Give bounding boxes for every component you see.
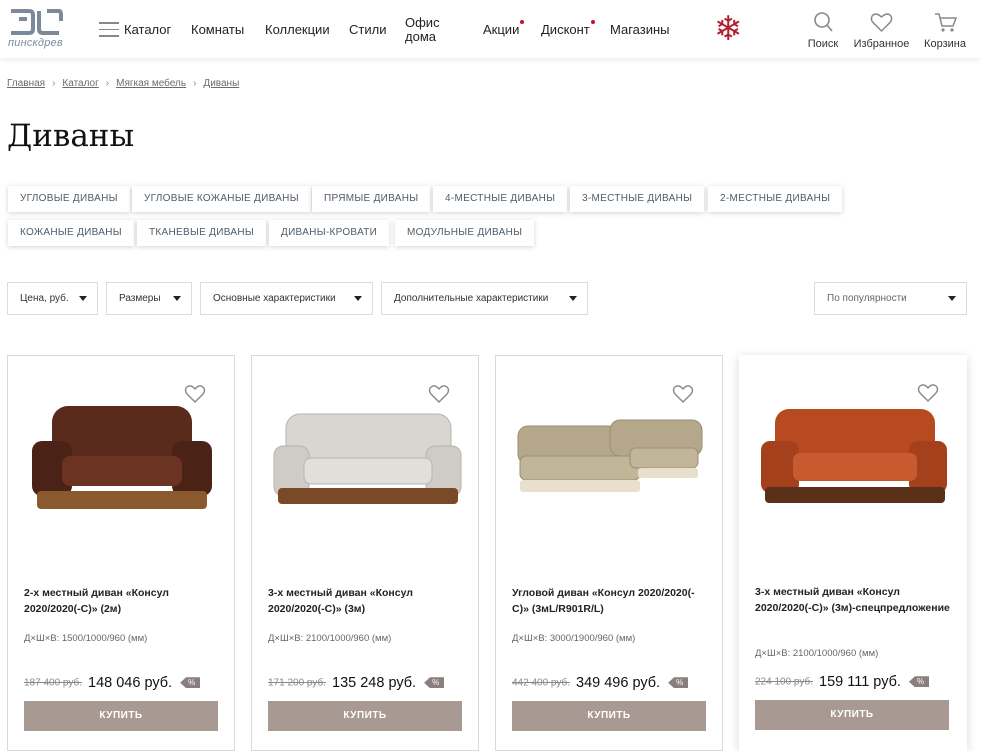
tag-corner-leather-sofas[interactable]: Угловые кожаные диваны [132, 186, 311, 212]
tag-2-seat-sofas[interactable]: 2-местные диваны [708, 186, 843, 212]
page-title: Диваны [7, 118, 135, 154]
chevron-down-icon [354, 296, 362, 301]
old-price: 442 400 руб. [512, 677, 570, 689]
filter-extra-specs[interactable]: Дополнительные характеристики [381, 282, 588, 315]
favorites-button[interactable]: Избранное [853, 10, 910, 50]
product-dimensions: Д×Ш×В: 3000/1900/960 (мм) [512, 633, 636, 644]
filter-sizes-label: Размеры [119, 293, 161, 304]
nav-discount-label: Дисконт [541, 22, 590, 37]
discount-badge: % [908, 676, 930, 688]
product-name[interactable]: 3-х местный диван «Консул 2020/2020(-С)»… [755, 584, 951, 616]
discount-badge: % [668, 677, 689, 689]
filter-extra-specs-label: Дополнительные характеристики [394, 293, 549, 304]
sort-select[interactable]: По популярности [814, 282, 967, 315]
chevron-down-icon [948, 296, 956, 301]
buy-button[interactable]: КУПИТЬ [24, 701, 218, 731]
tag-3-seat-sofas[interactable]: 3-местные диваны [570, 186, 705, 212]
filter-main-specs[interactable]: Основные характеристики [200, 282, 373, 315]
nav-catalog[interactable]: Каталог [124, 22, 171, 37]
product-dimensions: Д×Ш×В: 2100/1000/960 (мм) [268, 633, 392, 644]
search-button[interactable]: Поиск [806, 10, 840, 50]
search-label: Поиск [807, 38, 839, 50]
chevron-down-icon [173, 296, 181, 301]
nav-home-office[interactable]: Офис дома [405, 16, 445, 44]
nav-stores[interactable]: Магазины [610, 22, 670, 37]
logo[interactable]: пинскдрев [7, 7, 69, 51]
current-price: 148 046 руб. [88, 674, 173, 691]
price-row: 171 200 руб. 135 248 руб.% [268, 674, 473, 694]
product-dimensions: Д×Ш×В: 1500/1000/960 (мм) [24, 633, 148, 644]
breadcrumb-sofas[interactable]: Диваны [203, 78, 239, 89]
notification-dot [520, 20, 525, 24]
breadcrumb-catalog[interactable]: Каталог [62, 78, 98, 89]
snowflake-icon: ❄ [714, 10, 743, 48]
cart-button[interactable]: Корзина [922, 10, 968, 50]
old-price: 171 200 руб. [268, 677, 326, 689]
current-price: 135 248 руб. [332, 674, 417, 691]
nav-styles[interactable]: Стили [349, 22, 386, 37]
heart-icon [870, 13, 893, 33]
tag-corner-sofas[interactable]: Угловые диваны [8, 186, 130, 212]
filter-price-label: Цена, руб. [20, 293, 69, 304]
cart-label: Корзина [924, 38, 966, 50]
sort-select-value: По популярности [827, 293, 907, 304]
cart-icon [935, 13, 958, 32]
price-row: 442 400 руб. 349 496 руб.% [512, 674, 717, 694]
current-price: 159 111 руб. [819, 673, 901, 690]
tag-4-seat-sofas[interactable]: 4-местные диваны [433, 186, 568, 212]
product-dimensions: Д×Ш×В: 2100/1000/960 (мм) [755, 648, 879, 659]
price-row: 187 400 руб. 148 046 руб.% [24, 674, 229, 694]
breadcrumb: Главная › Каталог › Мягкая мебель › Диваны [7, 78, 239, 89]
chevron-down-icon [569, 296, 577, 301]
sofa-image [517, 419, 703, 492]
current-price: 349 496 руб. [576, 674, 661, 691]
buy-button[interactable]: КУПИТЬ [268, 701, 462, 731]
buy-button[interactable]: КУПИТЬ [512, 701, 706, 731]
discount-badge: % [424, 677, 445, 689]
nav-rooms[interactable]: Комнаты [191, 22, 244, 37]
tag-straight-sofas[interactable]: Прямые диваны [312, 186, 431, 212]
tag-leather-sofas[interactable]: Кожаные диваны [8, 220, 134, 246]
logo-text: пинскдрев [8, 37, 63, 49]
product-card[interactable]: 3-х местный диван «Консул 2020/2020(-С)»… [739, 355, 967, 751]
filter-price[interactable]: Цена, руб. [7, 282, 98, 315]
favorites-label: Избранное [853, 38, 910, 50]
tag-sofa-beds[interactable]: Диваны-кровати [269, 220, 390, 246]
old-price: 187 400 руб. [24, 677, 82, 689]
product-card[interactable]: 3-х местный диван «Консул 2020/2020(-С)»… [251, 355, 479, 751]
product-name[interactable]: 3-х местный диван «Консул 2020/2020(-С)»… [268, 585, 464, 617]
product-name[interactable]: 2-х местный диван «Консул 2020/2020(-С)»… [24, 585, 220, 617]
buy-button[interactable]: КУПИТЬ [755, 700, 949, 730]
product-card[interactable]: Угловой диван «Консул 2020/2020(-С)» (3м… [495, 355, 723, 751]
logo-mark-icon [11, 9, 63, 35]
product-name[interactable]: Угловой диван «Консул 2020/2020(-С)» (3м… [512, 585, 708, 617]
sofa-image [32, 406, 212, 509]
breadcrumb-upholstered[interactable]: Мягкая мебель [116, 78, 186, 89]
breadcrumb-home[interactable]: Главная [7, 78, 45, 89]
breadcrumb-separator: › [105, 78, 110, 89]
sofa-image [761, 409, 947, 503]
nav-promotions[interactable]: Акции [483, 20, 525, 37]
tag-fabric-sofas[interactable]: Тканевые диваны [137, 220, 267, 246]
sofa-image [273, 413, 462, 504]
filter-sizes[interactable]: Размеры [106, 282, 192, 315]
notification-dot [590, 20, 595, 24]
nav-collections[interactable]: Коллекции [265, 22, 330, 37]
site-header: пинскдрев Каталог Комнаты Коллекции Стил… [0, 0, 981, 58]
nav-promotions-label: Акции [483, 22, 520, 37]
discount-badge: % [180, 677, 201, 689]
price-row: 224 100 руб. 159 111 руб.% [755, 673, 960, 693]
menu-icon[interactable] [99, 22, 119, 38]
product-card[interactable]: 2-х местный диван «Консул 2020/2020(-С)»… [7, 355, 235, 751]
old-price: 224 100 руб. [755, 676, 813, 688]
filter-main-specs-label: Основные характеристики [213, 293, 336, 304]
breadcrumb-separator: › [193, 78, 197, 89]
chevron-down-icon [79, 296, 87, 301]
nav-discount[interactable]: Дисконт [541, 20, 595, 37]
tag-modular-sofas[interactable]: Модульные диваны [395, 220, 535, 246]
search-icon [814, 12, 833, 32]
breadcrumb-separator: › [52, 78, 56, 89]
